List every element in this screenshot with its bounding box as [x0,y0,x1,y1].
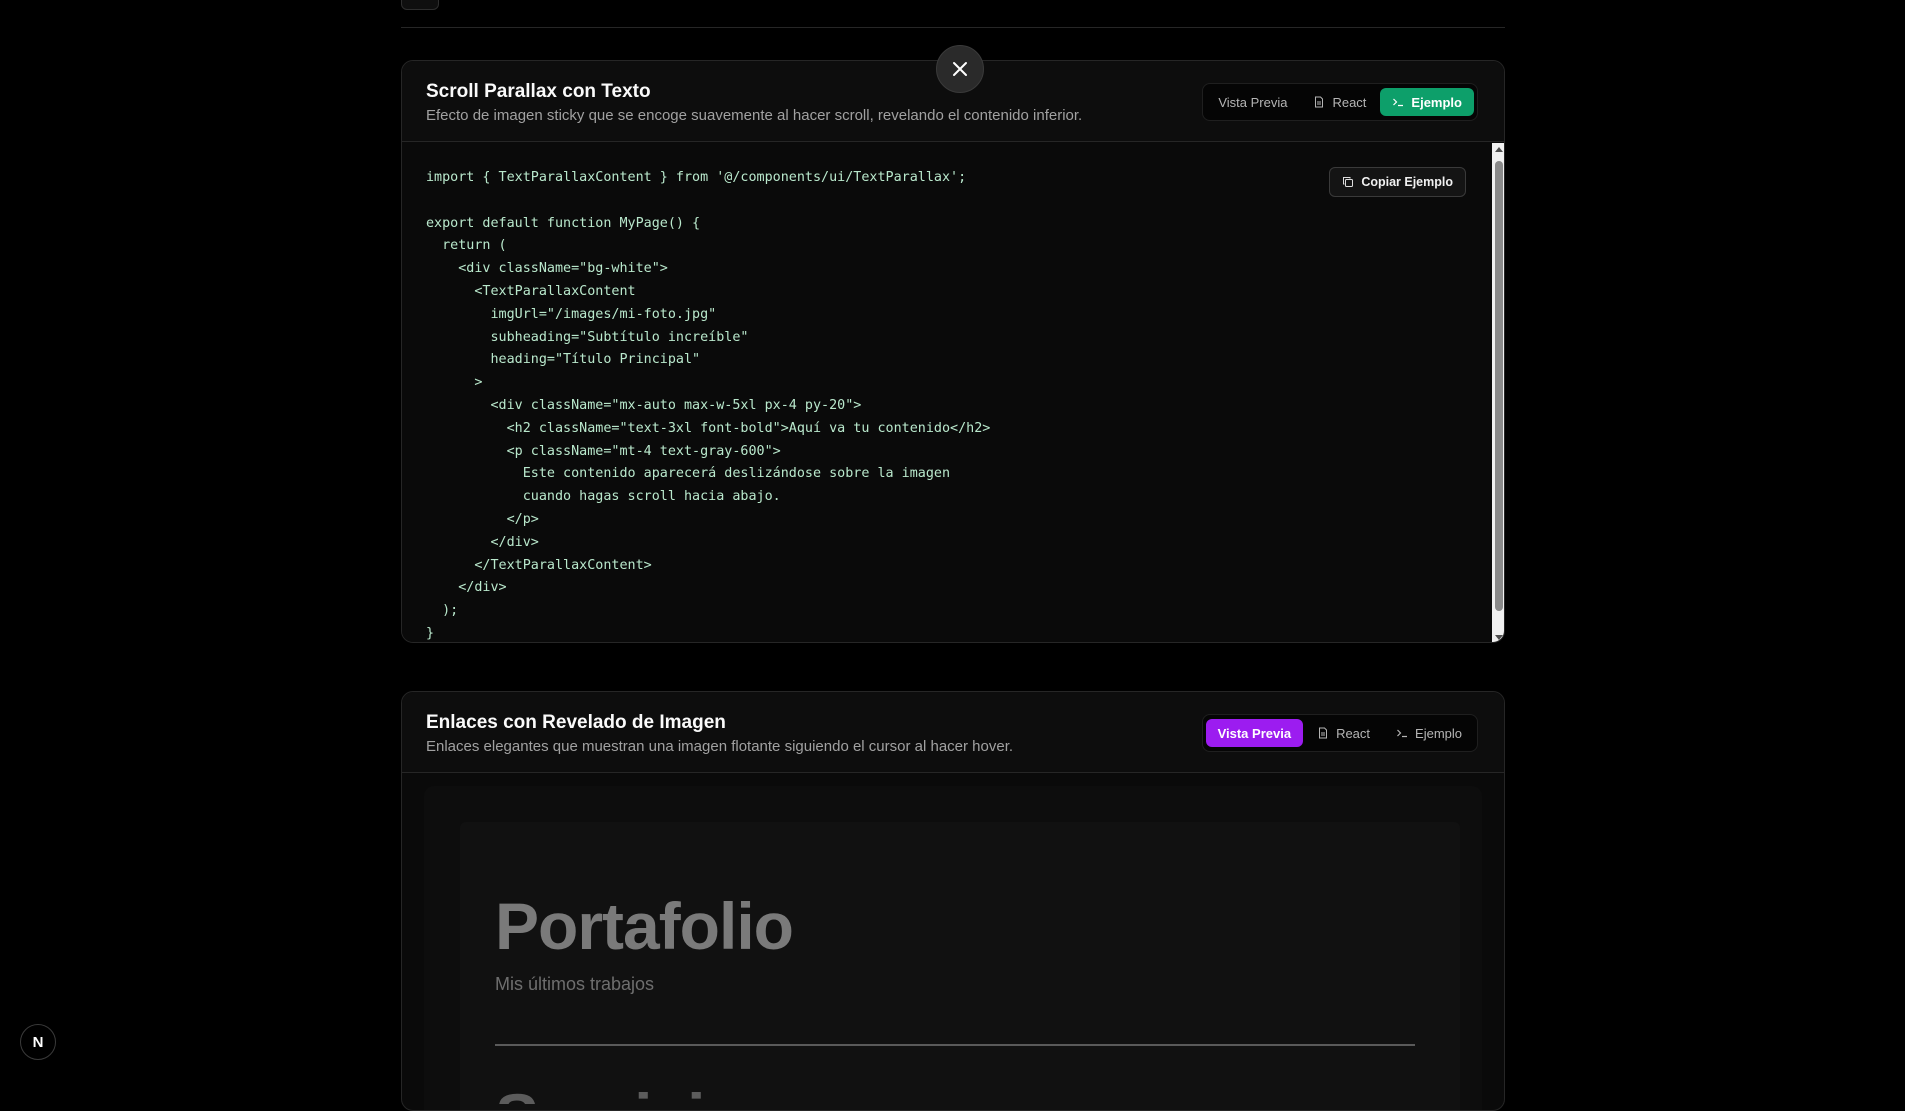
code-panel: import { TextParallaxContent } from '@/c… [402,143,1504,642]
card-description: Enlaces elegantes que muestran una image… [426,738,1014,755]
tab-label: Vista Previa [1217,725,1292,741]
tab-label: Vista Previa [1218,94,1288,110]
view-tabs: Vista Previa React Ejemplo [1201,714,1478,752]
tab-ejemplo[interactable]: Ejemplo [1384,719,1474,747]
close-icon [953,62,967,76]
tab-react[interactable]: React [1301,88,1378,116]
divider [495,1044,1415,1046]
preview-link-item[interactable]: Servicios [495,1084,780,1104]
tab-ejemplo[interactable]: Ejemplo [1380,88,1474,116]
file-icon [1319,727,1328,739]
tab-label: React [1332,94,1367,110]
code-block: import { TextParallaxContent } from '@/c… [426,170,991,641]
page-header [401,0,1505,28]
scroll-thumb[interactable] [1495,161,1503,611]
preview-canvas: Portafolio Mis últimos trabajos Servicio… [460,822,1460,1110]
component-card-image-reveal-links: Enlaces con Revelado de Imagen Enlaces e… [401,691,1505,1111]
preview-panel: Portafolio Mis últimos trabajos Servicio… [424,786,1482,1110]
tab-react[interactable]: React [1305,719,1382,747]
scroll-up-arrow-icon[interactable] [1495,147,1503,152]
card-title: Scroll Parallax con Texto [426,81,651,102]
preview-subheading: Mis últimos trabajos [495,974,655,994]
nextjs-dev-badge[interactable]: N [20,1024,56,1060]
preview-heading: Portafolio [495,889,794,963]
close-button[interactable] [936,45,984,93]
card-title: Enlaces con Revelado de Imagen [426,712,726,733]
terminal-icon [1393,98,1404,107]
tab-vista-previa[interactable]: Vista Previa [1206,88,1299,116]
tab-label: Ejemplo [1415,725,1462,741]
copy-label: Copiar Ejemplo [1361,175,1453,189]
card-description: Efecto de imagen sticky que se encoge su… [426,107,1083,124]
tab-label: React [1336,725,1371,741]
copy-icon [1343,177,1354,187]
file-icon [1315,96,1324,108]
view-tabs: Vista Previa React Ejemplo [1202,83,1478,121]
terminal-icon [1397,729,1408,738]
card-header: Enlaces con Revelado de Imagen Enlaces e… [402,692,1504,773]
back-button[interactable] [401,0,439,10]
component-card-scroll-parallax: Scroll Parallax con Texto Efecto de imag… [401,60,1505,643]
tab-label: Ejemplo [1411,94,1462,110]
code-scrollbar[interactable] [1492,143,1504,642]
tab-vista-previa[interactable]: Vista Previa [1205,719,1304,747]
copy-example-button[interactable]: Copiar Ejemplo [1329,167,1466,197]
nextjs-logo-icon: N [32,1033,44,1051]
scroll-down-arrow-icon[interactable] [1495,635,1503,640]
